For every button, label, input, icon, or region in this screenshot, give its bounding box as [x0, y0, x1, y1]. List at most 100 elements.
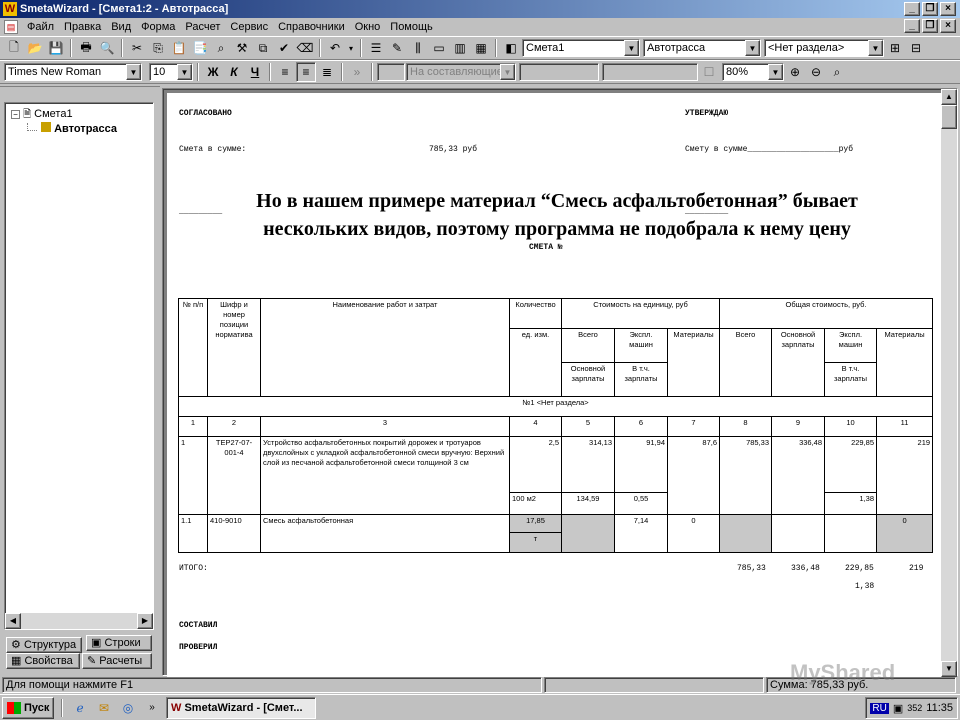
table-row[interactable]: 1 ТЕР27-07-001-4 Устройство асфальтобето… [178, 436, 934, 515]
minimize-button[interactable]: _ [904, 2, 920, 16]
preview-icon[interactable]: 🔍 [97, 38, 117, 58]
properties-tab-icon: ▦ [11, 655, 22, 667]
menu-window[interactable]: Окно [350, 19, 386, 35]
page-vscrollbar[interactable]: ▲ ▼ [941, 89, 957, 677]
chart-icon[interactable]: ▥ [450, 38, 470, 58]
zoom-fit-icon[interactable]: ⌕ [827, 62, 847, 82]
doc-close-button[interactable]: × [940, 19, 956, 33]
bold-button[interactable]: Ж [203, 62, 223, 82]
scroll-up-icon[interactable]: ▲ [941, 89, 957, 105]
undo-icon[interactable]: ↶ [325, 38, 345, 58]
chevron-down-icon[interactable]: ▼ [177, 64, 192, 80]
tab-rows[interactable]: ▣ Строки [86, 635, 152, 651]
itogo-11: 219 [909, 564, 924, 573]
row1-c6b: 0,55 [614, 492, 668, 515]
estimate-table: № п/п Шифр и номер позиции норматива Наи… [177, 298, 934, 553]
underline-button[interactable]: Ч [245, 62, 265, 82]
section-select[interactable]: <Нет раздела> ▼ [764, 39, 884, 57]
menu-calc[interactable]: Расчет [180, 19, 225, 35]
align-justify-icon[interactable]: ≣ [317, 62, 337, 82]
dashes-left: _________ [179, 207, 223, 216]
outlook-icon[interactable]: ✉ [94, 698, 114, 718]
zoom-in-icon[interactable]: ⊕ [785, 62, 805, 82]
tab-calcs[interactable]: ✎ Расчеты [82, 653, 152, 669]
table-row[interactable]: 1.1 410-9010 Смесь асфальтобетонная 17,8… [178, 514, 934, 553]
print-icon[interactable]: 🖶 [76, 38, 96, 58]
cut-icon[interactable]: ✂ [127, 38, 147, 58]
object-select[interactable]: Автотрасса ▼ [643, 39, 761, 57]
document-icon[interactable]: ▤ [4, 20, 18, 34]
columns-icon[interactable]: ⫼ [408, 38, 428, 58]
chevron-down-icon[interactable]: ▼ [624, 40, 639, 56]
browser-icon[interactable]: ◎ [118, 698, 138, 718]
new-icon[interactable]: 🗋 [4, 38, 24, 58]
chevron-down-icon[interactable]: ▼ [126, 64, 141, 80]
row1-c5: 314,13 [561, 436, 615, 493]
scroll-thumb[interactable] [941, 105, 957, 129]
chevron-down-icon[interactable]: ▼ [768, 64, 783, 80]
tree-child[interactable]: Автотрасса [41, 122, 117, 135]
menu-service[interactable]: Сервис [225, 19, 273, 35]
zoom-out-icon[interactable]: ⊖ [806, 62, 826, 82]
chevron-down-icon[interactable]: ▾ [346, 38, 356, 58]
task-smetawizard[interactable]: W SmetaWizard - [Смет... [166, 696, 316, 719]
menu-form[interactable]: Форма [136, 19, 180, 35]
close-button[interactable]: × [940, 2, 956, 16]
estimate-page[interactable]: СОГЛАСОВАНО УТВЕРЖДАЮ Смета в сумме: 785… [167, 93, 941, 677]
check-icon[interactable]: ✔ [274, 38, 294, 58]
doc-minimize-button[interactable]: _ [904, 19, 920, 33]
tab-structure[interactable]: ⚙ Структура [6, 637, 82, 653]
scroll-left-icon[interactable]: ◀ [5, 613, 21, 629]
chevron-down-icon[interactable]: ▼ [868, 40, 883, 56]
tab-properties[interactable]: ▦ Свойства [6, 653, 80, 669]
menu-bar: ▤ Файл Правка Вид Форма Расчет Сервис Сп… [0, 18, 960, 36]
align-left-icon[interactable]: ≡ [275, 62, 295, 82]
font-size-select[interactable]: 10 ▼ [149, 63, 193, 81]
tray-app-icon[interactable]: ▣ [893, 702, 903, 715]
menu-view[interactable]: Вид [106, 19, 136, 35]
language-indicator[interactable]: RU [870, 702, 889, 714]
ie-icon[interactable]: ℯ [70, 698, 90, 718]
itogo-10: 229,85 [845, 564, 874, 573]
zoom-select[interactable]: 80% ▼ [722, 63, 784, 81]
collapse-icon[interactable]: − [11, 110, 20, 119]
maximize-button[interactable]: ❐ [922, 2, 938, 16]
find-icon[interactable]: ⌕ [211, 38, 231, 58]
save-icon[interactable]: 💾 [46, 38, 66, 58]
copy-icon[interactable]: ⎘ [148, 38, 168, 58]
chevron-down-icon[interactable]: ▼ [745, 40, 760, 56]
menu-help[interactable]: Помощь [385, 19, 438, 35]
tree-hscrollbar[interactable]: ◀ ▶ [5, 613, 153, 629]
list-icon[interactable]: ☰ [366, 38, 386, 58]
open-icon[interactable]: 📂 [25, 38, 45, 58]
clear-icon[interactable]: ⌫ [295, 38, 315, 58]
clock[interactable]: 11:35 [926, 702, 953, 714]
paste-special-icon[interactable]: 📑 [190, 38, 210, 58]
composite-select: На составляющие ▼ [406, 63, 516, 81]
structure-tree[interactable]: − 🗎 Смета1 Автотрасса ◀ ▶ [4, 102, 154, 630]
edit-icon[interactable]: ✎ [387, 38, 407, 58]
start-button[interactable]: Пуск [2, 696, 54, 719]
doc-restore-button[interactable]: ❐ [922, 19, 938, 33]
props-icon[interactable]: ▦ [471, 38, 491, 58]
section-del-icon[interactable]: ⊟ [906, 38, 926, 58]
scroll-right-icon[interactable]: ▶ [137, 613, 153, 629]
estimate-select[interactable]: Смета1 ▼ [522, 39, 640, 57]
menu-edit[interactable]: Правка [59, 19, 106, 35]
menu-file[interactable]: Файл [22, 19, 59, 35]
row2-c10 [824, 514, 878, 553]
align-center-icon[interactable]: ≡ [296, 62, 316, 82]
italic-button[interactable]: К [224, 62, 244, 82]
section-add-icon[interactable]: ⊞ [885, 38, 905, 58]
toggle-icon[interactable]: ◧ [501, 38, 521, 58]
font-select[interactable]: Times New Roman ▼ [4, 63, 142, 81]
more-icon[interactable]: » [142, 698, 162, 718]
paste-icon[interactable]: 📋 [169, 38, 189, 58]
window-icon[interactable]: ▭ [429, 38, 449, 58]
row2-no: 1.1 [178, 514, 208, 553]
copy-format-icon[interactable]: ⧉ [253, 38, 273, 58]
scroll-down-icon[interactable]: ▼ [941, 661, 957, 677]
tools-icon[interactable]: ⚒ [232, 38, 252, 58]
menu-references[interactable]: Справочники [273, 19, 350, 35]
tray-num: 352 [907, 703, 923, 713]
